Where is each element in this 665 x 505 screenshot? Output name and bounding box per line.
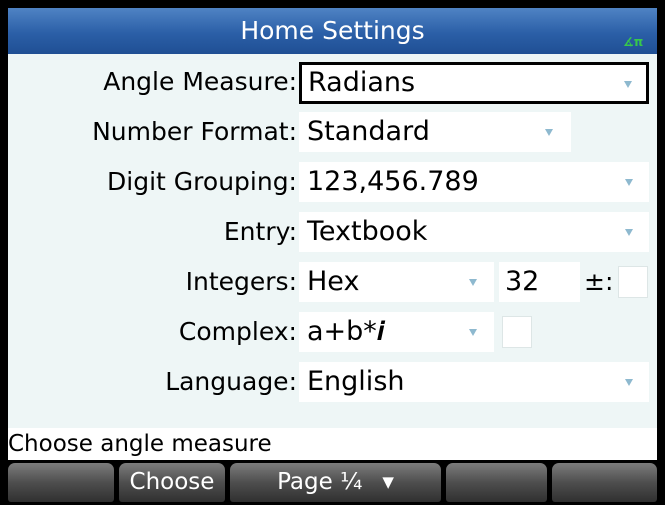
chevron-down-icon [545,129,553,136]
number-format-label: Number Format: [92,117,297,146]
chevron-down-icon [469,329,477,336]
signed-checkbox[interactable] [618,266,648,298]
number-format-select[interactable]: Standard [299,112,571,152]
entry-label: Entry: [223,217,297,246]
angle-measure-label: Angle Measure: [103,67,297,96]
screen-bezel-left [0,0,8,505]
number-format-value: Standard [307,116,430,147]
softkey-4[interactable] [446,463,547,502]
chevron-down-icon [469,279,477,286]
language-value: English [307,366,405,397]
complex-format-select[interactable]: a+b*𝒊 [299,312,494,352]
signed-label: ±: [584,267,614,296]
integers-label: Integers: [185,267,297,296]
complex-checkbox[interactable] [502,316,532,348]
integers-bits-field[interactable]: 32 [499,262,580,302]
settings-screen: Home Settings ∡π Angle Measure: Radians … [0,0,665,505]
screen-bezel-top [0,0,665,8]
integers-base-select[interactable]: Hex [299,262,494,302]
softkey-1[interactable] [8,463,114,502]
title-bar: Home Settings ∡π [8,8,657,54]
soft-key-menu: Choose Page ¼ ▼ [0,460,665,505]
screen-bezel-right [657,0,665,505]
triangle-down-icon: ▼ [382,473,394,491]
language-label: Language: [165,367,297,396]
angle-measure-select[interactable]: Radians [299,62,649,104]
angle-mode-indicator-icon: ∡π [623,35,644,49]
page-indicator-label: Page ¼ [277,469,363,495]
choose-button[interactable]: Choose [119,463,225,502]
digit-grouping-select[interactable]: 123,456.789 [299,162,649,202]
chevron-down-icon [624,81,632,88]
digit-grouping-label: Digit Grouping: [107,167,297,196]
settings-form: Angle Measure: Radians Number Format: St… [8,54,657,428]
entry-select[interactable]: Textbook [299,212,649,252]
complex-format-value: a+b*𝒊 [307,316,385,347]
integers-base-value: Hex [307,266,360,297]
integers-bits-value: 32 [505,266,540,297]
angle-measure-value: Radians [308,67,416,98]
chevron-down-icon [625,379,633,386]
page-title: Home Settings [240,16,425,45]
help-text: Choose angle measure [8,428,657,460]
entry-value: Textbook [307,216,428,247]
digit-grouping-value: 123,456.789 [307,166,479,197]
chevron-down-icon [625,179,633,186]
language-select[interactable]: English [299,362,649,402]
chevron-down-icon [625,229,633,236]
page-button[interactable]: Page ¼ ▼ [230,463,441,502]
softkey-5[interactable] [552,463,657,502]
complex-label: Complex: [178,317,297,346]
